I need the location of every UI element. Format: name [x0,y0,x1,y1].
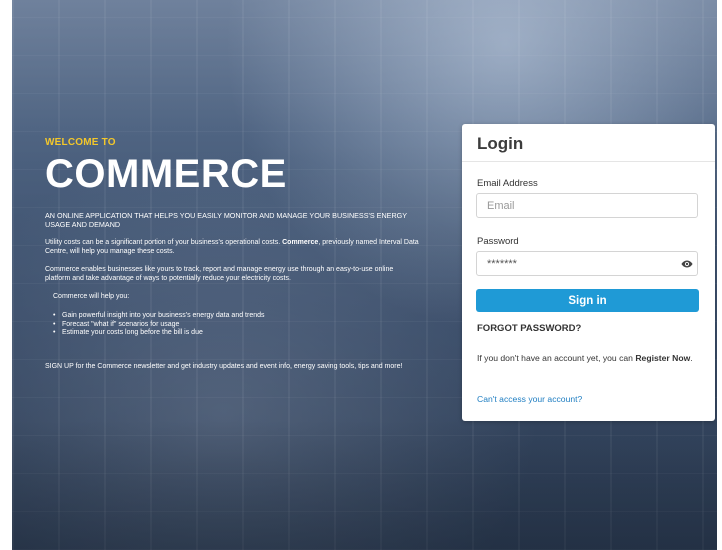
newsletter-signup-text: SIGN UP for the Commerce newsletter and … [45,362,403,370]
benefit-item: Gain powerful insight into your business… [53,312,420,321]
login-divider [462,161,715,162]
login-title: Login [477,134,524,153]
email-label: Email Address [477,178,538,189]
hero-panel: WELCOME TO COMMERCE AN ONLINE APPLICATIO… [45,130,420,371]
password-field[interactable] [476,251,698,276]
eye-icon[interactable] [681,258,693,270]
email-field[interactable] [476,193,698,218]
benefit-item: Forecast "what if" scenarios for usage [53,321,420,330]
welcome-heading: WELCOME TO [45,137,116,148]
background-image: WELCOME TO COMMERCE AN ONLINE APPLICATIO… [12,0,717,550]
tagline: AN ONLINE APPLICATION THAT HELPS YOU EAS… [45,211,407,229]
password-label: Password [477,236,519,247]
register-prompt: If you don't have an account yet, you ca… [477,352,702,365]
register-prefix: If you don't have an account yet, you ca… [477,353,636,363]
sign-in-button[interactable]: Sign in [476,289,699,312]
benefits-list: Gain powerful insight into your business… [45,312,420,338]
intro-paragraph: Utility costs can be a significant porti… [45,238,420,256]
brand-title: COMMERCE [45,152,287,196]
benefit-item: Estimate your costs long before the bill… [53,329,420,338]
platform-paragraph: Commerce enables businesses like yours t… [45,266,394,282]
cant-access-account-link[interactable]: Can't access your account? [477,394,582,404]
helps-heading: Commerce will help you: [53,293,130,300]
login-card: Login Email Address Password Sign in FOR… [462,124,715,421]
intro-brand-bold: Commerce [282,239,319,246]
forgot-password-link[interactable]: FORGOT PASSWORD? [477,323,581,334]
intro-text-start: Utility costs can be a significant porti… [45,239,283,246]
register-suffix: . [690,353,693,363]
register-now-link[interactable]: Register Now [635,353,690,363]
